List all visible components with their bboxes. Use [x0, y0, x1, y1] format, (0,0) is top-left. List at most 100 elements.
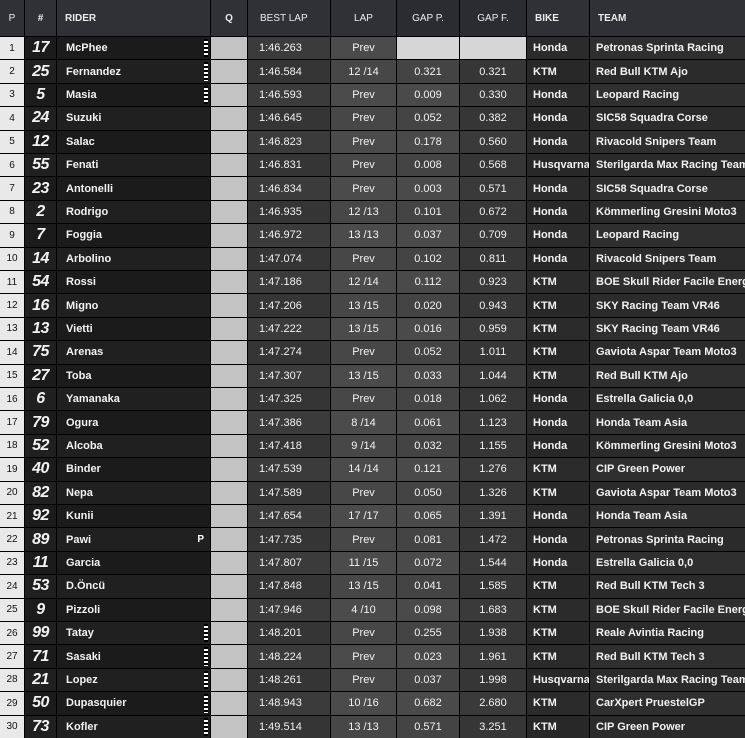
qualifying-cell [211, 341, 248, 364]
lap-cell: 13 /13 [331, 224, 397, 247]
table-row[interactable]: 28 21 Lopez 1:48.261 Prev 0.037 1.998 Husqvarna… [0, 668, 745, 692]
position-cell: 21 [0, 505, 25, 528]
lap-cell: 17 /17 [331, 505, 397, 528]
best-lap-time: 1:47.186 [248, 271, 331, 294]
bike-manufacturer: KTM [527, 598, 590, 621]
header-bike[interactable]: BIKE [527, 0, 590, 36]
gap-first: 0.571 [460, 177, 527, 200]
table-row[interactable]: 7 23 Antonelli 1:46.834 Prev 0.003 0.571 Honda S… [0, 177, 745, 200]
checkered-flag-icon [204, 39, 208, 58]
table-row[interactable]: 1 17 McPhee 1:46.263 Prev Honda Petronas Sprin… [0, 37, 745, 60]
table-row[interactable]: 11 54 Rossi 1:47.186 12 /14 0.112 0.923 KTM BOE … [0, 271, 745, 294]
rider-number: 99 [25, 622, 57, 645]
header-team[interactable]: TEAM [590, 0, 745, 36]
table-row[interactable]: 27 71 Sasaki 1:48.224 Prev 0.023 1.961 KTM Red B… [0, 645, 745, 668]
table-row[interactable]: 19 40 Binder 1:47.539 14 /14 0.121 1.276 KTM CIP… [0, 458, 745, 481]
table-row[interactable]: 9 7 Foggia 1:46.972 13 /13 0.037 0.709 Honda Leo… [0, 224, 745, 247]
qualifying-cell [211, 575, 248, 598]
rider-name: Yamanaka [57, 388, 211, 411]
table-row[interactable]: 17 79 Ogura 1:47.386 8 /14 0.061 1.123 Honda Hon… [0, 411, 745, 434]
table-row[interactable]: 26 99 Tatay 1:48.201 Prev 0.255 1.938 KTM Reale … [0, 622, 745, 645]
rider-name: Kofler [57, 715, 211, 738]
table-row[interactable]: 23 11 Garcia 1:47.807 11 /15 0.072 1.544 Honda E… [0, 551, 745, 575]
table-row[interactable]: 24 53 D.Öncü 1:47.848 13 /15 0.041 1.585 KTM Red… [0, 575, 745, 598]
best-lap-time: 1:46.935 [248, 200, 331, 224]
table-row[interactable]: 16 6 Yamanaka 1:47.325 Prev 0.018 1.062 Honda Es… [0, 388, 745, 411]
team-name: BOE Skull Rider Facile Energy [590, 271, 745, 294]
table-row[interactable]: 15 27 Toba 1:47.307 13 /15 0.033 1.044 KTM Red B… [0, 364, 745, 387]
rider-number: 89 [25, 528, 57, 551]
gap-previous: 0.037 [397, 668, 460, 692]
table-row[interactable]: 18 52 Alcoba 1:47.418 9 /14 0.032 1.155 Honda Kö… [0, 434, 745, 458]
gap-first: 0.959 [460, 317, 527, 341]
team-name: Rivacold Snipers Team [590, 130, 745, 153]
table-row[interactable]: 10 14 Arbolino 1:47.074 Prev 0.102 0.811 Honda R… [0, 247, 745, 270]
rider-number: 14 [25, 247, 57, 270]
table-row[interactable]: 3 5 Masia 1:46.593 Prev 0.009 0.330 Honda Leopar… [0, 83, 745, 107]
team-name: Leopard Racing [590, 224, 745, 247]
qualifying-cell [211, 692, 248, 715]
table-row[interactable]: 2 25 Fernandez 1:46.584 12 /14 0.321 0.321 KTM R… [0, 60, 745, 83]
gap-previous: 0.032 [397, 434, 460, 458]
gap-first: 1.044 [460, 364, 527, 387]
position-cell: 6 [0, 154, 25, 177]
rider-number: 71 [25, 645, 57, 668]
bike-manufacturer: KTM [527, 271, 590, 294]
rider-name-label: Fenati [66, 159, 99, 172]
checkered-flag-icon [204, 647, 208, 666]
lap-cell: 11 /15 [331, 551, 397, 575]
table-row[interactable]: 6 55 Fenati 1:46.831 Prev 0.008 0.568 Husqvarna… [0, 154, 745, 177]
bike-manufacturer: KTM [527, 294, 590, 317]
rider-number: 55 [25, 154, 57, 177]
table-row[interactable]: 21 92 Kunii 1:47.654 17 /17 0.065 1.391 Honda Ho… [0, 505, 745, 528]
lap-cell: Prev [331, 107, 397, 130]
gap-first: 1.998 [460, 668, 527, 692]
team-name: Honda Team Asia [590, 505, 745, 528]
bike-manufacturer: KTM [527, 364, 590, 387]
position-cell: 8 [0, 200, 25, 224]
table-row[interactable]: 29 50 Dupasquier 1:48.943 10 /16 0.682 2.680 KT… [0, 692, 745, 715]
bike-manufacturer: KTM [527, 317, 590, 341]
lap-cell: 12 /13 [331, 200, 397, 224]
best-lap-time: 1:47.807 [248, 551, 331, 575]
gap-previous: 0.050 [397, 481, 460, 504]
gap-first: 3.251 [460, 715, 527, 738]
table-row[interactable]: 20 82 Nepa 1:47.589 Prev 0.050 1.326 KTM Gaviota… [0, 481, 745, 504]
team-name: Petronas Sprinta Racing [590, 528, 745, 551]
header-gap-first[interactable]: GAP F. [460, 0, 527, 36]
position-cell: 12 [0, 294, 25, 317]
qualifying-cell [211, 388, 248, 411]
header-gap-previous[interactable]: GAP P. [397, 0, 460, 36]
best-lap-time: 1:48.943 [248, 692, 331, 715]
table-row[interactable]: 8 2 Rodrigo 1:46.935 12 /13 0.101 0.672 Honda Kö… [0, 200, 745, 224]
table-row[interactable]: 22 89 Pawi P 1:47.735 Prev 0.081 1.472 Honda Petr… [0, 528, 745, 551]
best-lap-time: 1:47.222 [248, 317, 331, 341]
header-lap[interactable]: LAP [331, 0, 397, 36]
lap-cell: Prev [331, 154, 397, 177]
rider-number: 6 [25, 388, 57, 411]
table-row[interactable]: 5 12 Salac 1:46.823 Prev 0.178 0.560 Honda Rivac… [0, 130, 745, 153]
gap-previous: 0.101 [397, 200, 460, 224]
header-rider[interactable]: RIDER [57, 0, 211, 36]
position-cell: 27 [0, 645, 25, 668]
best-lap-time: 1:48.201 [248, 622, 331, 645]
lap-cell: Prev [331, 37, 397, 60]
table-row[interactable]: 25 9 Pizzoli 1:47.946 4 /10 0.098 1.683 KTM BOE … [0, 598, 745, 621]
best-lap-time: 1:47.206 [248, 294, 331, 317]
table-row[interactable]: 4 24 Suzuki 1:46.645 Prev 0.052 0.382 Honda SIC5… [0, 107, 745, 130]
rider-name: Alcoba [57, 434, 211, 458]
header-position[interactable]: P [0, 0, 25, 36]
table-row[interactable]: 12 16 Migno 1:47.206 13 /15 0.020 0.943 KTM SKY … [0, 294, 745, 317]
header-best-lap[interactable]: BEST LAP [248, 0, 331, 36]
header-q[interactable]: Q [211, 0, 248, 36]
table-row[interactable]: 30 73 Kofler 1:49.514 13 /13 0.571 3.251 KTM CIP… [0, 715, 745, 738]
rider-name-label: Antonelli [66, 182, 114, 195]
table-row[interactable]: 13 13 Vietti 1:47.222 13 /15 0.016 0.959 KTM SKY… [0, 317, 745, 341]
team-name: Red Bull KTM Ajo [590, 60, 745, 83]
header-number[interactable]: # [25, 0, 57, 36]
table-row[interactable]: 14 75 Arenas 1:47.274 Prev 0.052 1.011 KTM Gavio… [0, 341, 745, 364]
rider-name: McPhee [57, 37, 211, 60]
position-cell: 15 [0, 364, 25, 387]
position-cell: 19 [0, 458, 25, 481]
position-cell: 23 [0, 551, 25, 575]
